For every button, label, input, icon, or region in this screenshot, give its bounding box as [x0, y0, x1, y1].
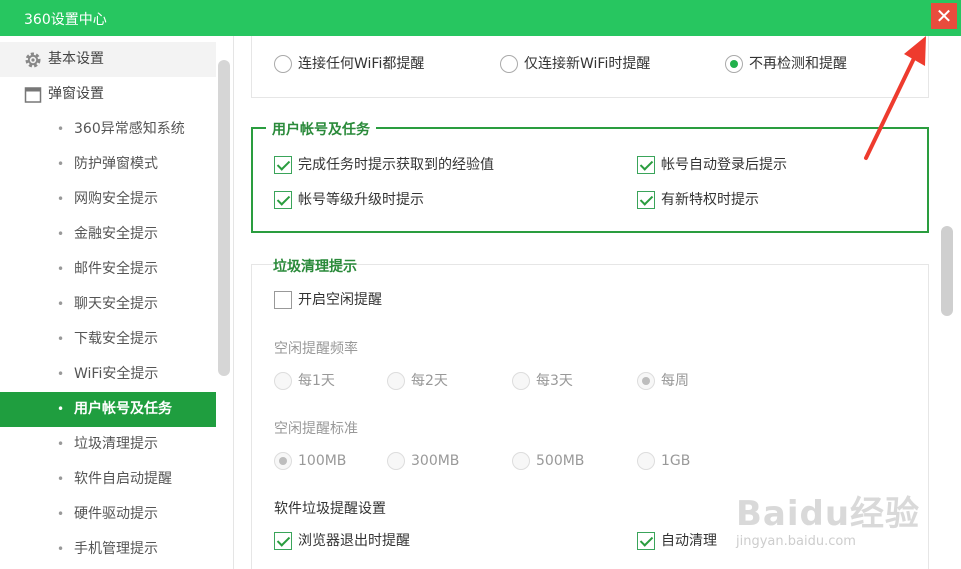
sidebar-item-popup-settings[interactable]: 弹窗设置 [0, 77, 216, 112]
account-section [251, 127, 929, 233]
sidebar-subitem-label: 硬件驱动提示 [74, 506, 158, 522]
sidebar-item-basic-settings[interactable]: 基本设置 [0, 42, 216, 77]
idle-standard-label: 100MB [298, 453, 347, 469]
sidebar-subitem-label: 垃圾清理提示 [74, 436, 158, 452]
idle-frequency-label: 每2天 [411, 373, 448, 389]
radio-button[interactable] [512, 372, 530, 390]
wifi-card: 连接任何WiFi都提醒 仅连接新WiFi时提醒 不再检测和提醒 [251, 36, 929, 98]
idle-frequency-title: 空闲提醒频率 [274, 341, 358, 357]
checkbox-label: 自动清理 [661, 533, 717, 549]
checkbox-checked[interactable] [637, 156, 655, 174]
checkbox-label: 有新特权时提示 [661, 192, 759, 208]
bullet-icon: • [57, 122, 65, 136]
radio-button[interactable] [512, 452, 530, 470]
checkbox-label: 帐号等级升级时提示 [298, 192, 424, 208]
idle-frequency-label: 每周 [661, 373, 689, 389]
bullet-icon: • [57, 472, 65, 486]
bullet-icon: • [57, 227, 65, 241]
main-scrollbar[interactable] [941, 226, 953, 316]
baidu-watermark: Baidu经验 jingyan.baidu.com [736, 486, 956, 556]
software-junk-title: 软件垃圾提醒设置 [274, 501, 386, 517]
sidebar: 基本设置 弹窗设置 • 360异常感知系统 • 防护弹窗模式 • 网购安全提示 • 金融安全提… [0, 36, 234, 569]
account-section-title: 用户帐号及任务 [266, 119, 376, 139]
sidebar-subitem[interactable]: • 聊天安全提示 [0, 287, 216, 322]
bullet-icon: • [57, 367, 65, 381]
idle-frequency-label: 每1天 [298, 373, 335, 389]
sidebar-item-label: 弹窗设置 [48, 86, 104, 102]
sidebar-subitem[interactable]: • WiFi安全提示 [0, 357, 216, 392]
bullet-icon: • [57, 192, 65, 206]
sidebar-subitem[interactable]: • 手机管理提示 [0, 532, 216, 567]
radio-button[interactable] [637, 372, 655, 390]
radio-button[interactable] [387, 452, 405, 470]
sidebar-subitem[interactable]: • 网购安全提示 [0, 182, 216, 217]
sidebar-subitem-label: 防护弹窗模式 [74, 156, 158, 172]
close-button[interactable]: ✕ [931, 3, 957, 29]
sidebar-subitem[interactable]: • 下载安全提示 [0, 322, 216, 357]
watermark-text: Baidu经验 [736, 494, 921, 534]
checkbox-checked[interactable] [637, 532, 655, 550]
sidebar-subitem-label: 邮件安全提示 [74, 261, 158, 277]
window-title: 360设置中心 [24, 12, 107, 28]
close-icon: ✕ [935, 4, 953, 28]
sidebar-subitem[interactable]: • 用户帐号及任务 [0, 392, 216, 427]
radio-button[interactable] [387, 372, 405, 390]
sidebar-subitem-label: 网购安全提示 [74, 191, 158, 207]
checkbox-checked[interactable] [274, 191, 292, 209]
sidebar-item-label: 基本设置 [48, 51, 104, 67]
idle-frequency-label: 每3天 [536, 373, 573, 389]
idle-standard-label: 1GB [661, 453, 691, 469]
sidebar-subitem[interactable]: • 硬件驱动提示 [0, 497, 216, 532]
bullet-icon: • [57, 437, 65, 451]
window-icon [24, 87, 42, 103]
wifi-option-label: 不再检测和提醒 [749, 56, 847, 72]
sidebar-subitem[interactable]: • 垃圾清理提示 [0, 427, 216, 462]
sidebar-subitem-label: 下载安全提示 [74, 331, 158, 347]
wifi-option-label: 仅连接新WiFi时提醒 [524, 56, 651, 72]
sidebar-subitem[interactable]: • 防护弹窗模式 [0, 147, 216, 182]
gear-icon [25, 52, 41, 68]
checkbox-checked[interactable] [274, 156, 292, 174]
sidebar-subitem-label: 金融安全提示 [74, 226, 158, 242]
sidebar-subitem-label: 手机管理提示 [74, 541, 158, 557]
sidebar-subitem[interactable]: • 软件自启动提醒 [0, 462, 216, 497]
bullet-icon: • [57, 262, 65, 276]
bullet-icon: • [57, 542, 65, 556]
idle-standard-title: 空闲提醒标准 [274, 421, 358, 437]
sidebar-subitem[interactable]: • 邮件安全提示 [0, 252, 216, 287]
sidebar-subitem-label: WiFi安全提示 [74, 366, 159, 382]
radio-button[interactable] [274, 372, 292, 390]
checkbox-label: 浏览器退出时提醒 [298, 533, 410, 549]
radio-button[interactable] [637, 452, 655, 470]
junk-section-title: 垃圾清理提示 [273, 259, 357, 275]
wifi-option-label: 连接任何WiFi都提醒 [298, 56, 425, 72]
checkbox-label: 帐号自动登录后提示 [661, 157, 787, 173]
radio-button[interactable] [274, 452, 292, 470]
checkbox-checked[interactable] [274, 532, 292, 550]
sidebar-scrollbar[interactable] [218, 60, 230, 376]
idle-standard-label: 300MB [411, 453, 460, 469]
sidebar-subitem-label: 软件自启动提醒 [74, 471, 172, 487]
checkbox[interactable] [274, 291, 292, 309]
sidebar-subitem-label: 用户帐号及任务 [74, 401, 172, 417]
bullet-icon: • [57, 332, 65, 346]
bullet-icon: • [57, 402, 65, 416]
checkbox-label: 完成任务时提示获取到的经验值 [298, 157, 494, 173]
bullet-icon: • [57, 157, 65, 171]
bullet-icon: • [57, 297, 65, 311]
watermark-url: jingyan.baidu.com [736, 534, 856, 549]
bullet-icon: • [57, 507, 65, 521]
sidebar-subitem-label: 360异常感知系统 [74, 121, 185, 137]
title-bar: 360设置中心 ✕ [0, 0, 961, 36]
sidebar-subitem[interactable]: • 360异常感知系统 [0, 112, 216, 147]
radio-button-selected[interactable] [725, 55, 743, 73]
radio-button[interactable] [500, 55, 518, 73]
checkbox-label: 开启空闲提醒 [298, 292, 382, 308]
radio-button[interactable] [274, 55, 292, 73]
sidebar-subitem[interactable]: • 金融安全提示 [0, 217, 216, 252]
sidebar-subitem-label: 聊天安全提示 [74, 296, 158, 312]
idle-standard-label: 500MB [536, 453, 585, 469]
checkbox-checked[interactable] [637, 191, 655, 209]
